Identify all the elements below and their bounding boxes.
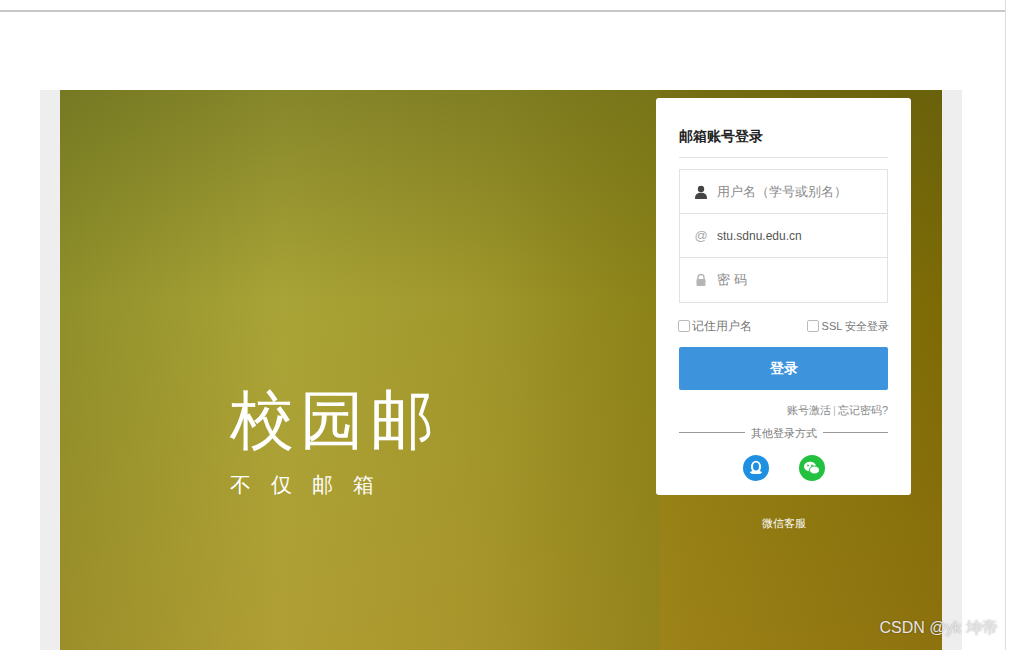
watermark: CSDN @yk 坤帝 bbox=[880, 616, 998, 640]
help-links: 账号激活 | 忘记密码? bbox=[679, 402, 888, 419]
other-login-divider: 其他登录方式 bbox=[679, 425, 888, 442]
activate-link[interactable]: 账号激活 bbox=[787, 402, 831, 419]
credential-group: @ stu.sdnu.edu.cn bbox=[679, 169, 888, 303]
brand: 校园邮 不 仅 邮 箱 bbox=[60, 90, 625, 650]
remember-checkbox[interactable] bbox=[678, 320, 690, 332]
options-row: 记住用户名 SSL 安全登录 bbox=[678, 317, 889, 335]
domain-label: stu.sdnu.edu.cn bbox=[717, 227, 802, 245]
password-row bbox=[680, 258, 887, 302]
qq-icon[interactable] bbox=[743, 455, 769, 481]
ssl-checkbox[interactable] bbox=[807, 320, 819, 332]
login-card: 邮箱账号登录 @ stu.sdnu.edu.cn bbox=[656, 98, 911, 495]
username-row bbox=[680, 170, 887, 214]
remember-option[interactable]: 记住用户名 bbox=[678, 317, 752, 335]
login-background: 校园邮 不 仅 邮 箱 邮箱账号登录 @ stu.sdnu.edu.cn bbox=[60, 90, 942, 650]
top-divider bbox=[0, 10, 1005, 12]
at-icon: @ bbox=[694, 226, 708, 246]
right-divider bbox=[1005, 0, 1006, 650]
wechat-icon[interactable] bbox=[799, 455, 825, 481]
other-login-title: 其他登录方式 bbox=[751, 425, 817, 442]
social-logins bbox=[679, 455, 888, 481]
domain-row: @ stu.sdnu.edu.cn bbox=[680, 214, 887, 258]
ssl-option[interactable]: SSL 安全登录 bbox=[807, 318, 889, 335]
login-button[interactable]: 登录 bbox=[679, 347, 888, 390]
login-title: 邮箱账号登录 bbox=[679, 126, 888, 158]
ssl-label: SSL 安全登录 bbox=[822, 318, 889, 335]
link-separator: | bbox=[833, 402, 836, 419]
password-input[interactable] bbox=[717, 270, 873, 290]
username-input[interactable] bbox=[717, 182, 873, 202]
user-icon bbox=[694, 185, 708, 199]
forgot-link[interactable]: 忘记密码? bbox=[838, 402, 888, 419]
remember-label: 记住用户名 bbox=[692, 317, 752, 335]
page-frame: 校园邮 不 仅 邮 箱 邮箱账号登录 @ stu.sdnu.edu.cn bbox=[40, 90, 962, 650]
lock-icon bbox=[694, 273, 708, 287]
brand-logo: 校园邮 bbox=[230, 385, 625, 455]
login-column: 邮箱账号登录 @ stu.sdnu.edu.cn bbox=[625, 90, 911, 650]
brand-slogan: 不 仅 邮 箱 bbox=[230, 469, 625, 501]
support-link[interactable]: 微信客服 bbox=[656, 515, 911, 532]
